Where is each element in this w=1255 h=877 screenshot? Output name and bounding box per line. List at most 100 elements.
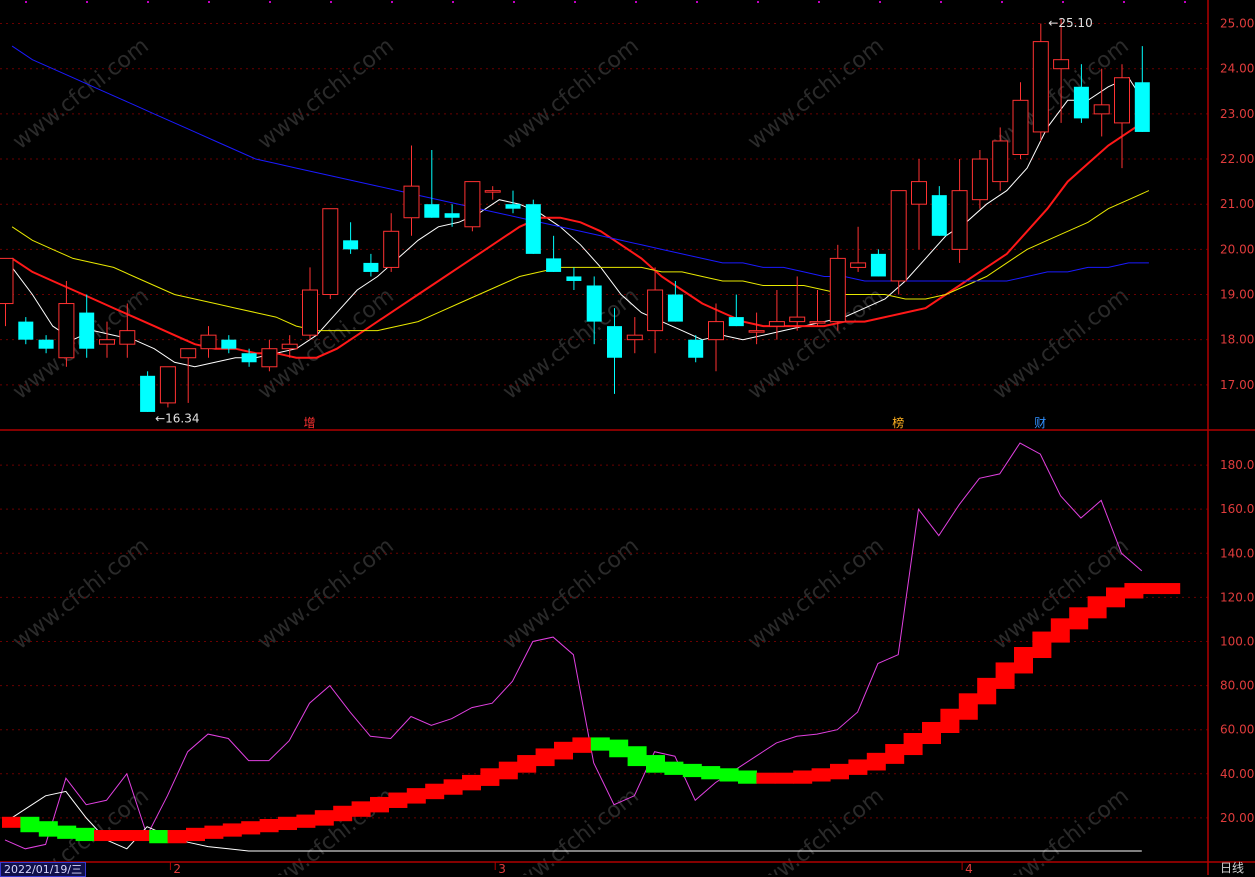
watermark-text: www.cfchi.com bbox=[8, 33, 153, 154]
indicator-step-block bbox=[1087, 596, 1107, 619]
candle-body bbox=[1012, 99, 1029, 156]
indicator-y-tick: 160.00 bbox=[1220, 502, 1255, 516]
indicator-step-block bbox=[75, 827, 95, 842]
indicator-step-block bbox=[701, 766, 721, 780]
indicator-step-block bbox=[535, 748, 555, 767]
candle bbox=[383, 213, 400, 272]
event-marker: 财 bbox=[1034, 416, 1046, 430]
top-tick-dot bbox=[452, 1, 454, 3]
candle-body bbox=[200, 334, 217, 350]
candle bbox=[484, 186, 501, 200]
watermark-text: www.cfchi.com bbox=[498, 533, 643, 654]
candle-body bbox=[38, 339, 54, 349]
indicator-y-tick: 40.00 bbox=[1220, 767, 1254, 781]
top-tick-dot bbox=[269, 1, 271, 3]
indicator-step-block bbox=[351, 801, 371, 817]
watermark-text: www.cfchi.com bbox=[743, 33, 888, 154]
top-tick-dot bbox=[1001, 1, 1003, 3]
event-marker: 榜 bbox=[892, 415, 904, 430]
candle bbox=[911, 159, 927, 250]
indicator-step-block bbox=[406, 788, 426, 804]
indicator-step-block bbox=[425, 783, 445, 800]
candle bbox=[768, 290, 785, 340]
candle-body bbox=[890, 190, 907, 282]
candle-body bbox=[829, 257, 846, 323]
top-tick-dot bbox=[635, 1, 637, 3]
indicator-step-block bbox=[830, 763, 849, 780]
candle-body bbox=[931, 195, 947, 236]
candle bbox=[343, 222, 359, 254]
candle-body bbox=[484, 190, 501, 193]
candle bbox=[0, 257, 14, 327]
watermark-text: www.cfchi.com bbox=[743, 533, 888, 654]
candle-body bbox=[363, 262, 379, 272]
month-tick-label: 3 bbox=[498, 862, 506, 875]
indicator-step-block bbox=[1106, 587, 1125, 608]
candle-body bbox=[688, 339, 704, 358]
candle bbox=[971, 150, 988, 209]
candle bbox=[180, 348, 197, 403]
candle bbox=[931, 186, 947, 236]
top-tick-dot bbox=[1184, 1, 1186, 3]
watermark-text: www.cfchi.com bbox=[253, 283, 398, 404]
indicator-step-block bbox=[130, 830, 150, 842]
price-y-tick: 24.00 bbox=[1220, 62, 1254, 76]
indicator-step-block bbox=[2, 816, 21, 828]
candle-body bbox=[58, 303, 75, 359]
candle bbox=[951, 159, 968, 263]
indicator-step-block bbox=[314, 810, 334, 826]
candle-body bbox=[1073, 86, 1089, 119]
price-y-tick: 23.00 bbox=[1220, 107, 1254, 121]
candle-body bbox=[403, 185, 420, 219]
candle-body bbox=[789, 316, 806, 323]
indicator-step-block bbox=[646, 755, 665, 773]
price-extreme-label: ←16.34 bbox=[155, 412, 199, 426]
candle-body bbox=[343, 240, 359, 250]
indicator-step-block bbox=[940, 708, 960, 733]
candle bbox=[221, 335, 237, 354]
watermark-text: www.cfchi.com bbox=[253, 33, 398, 154]
price-y-tick: 17.00 bbox=[1220, 378, 1254, 392]
indicator-step-block bbox=[259, 819, 279, 833]
candle-body bbox=[607, 326, 622, 358]
candle bbox=[58, 280, 75, 367]
indicator-step-block bbox=[977, 677, 997, 705]
price-y-tick: 19.00 bbox=[1220, 288, 1254, 302]
indicator-step-block bbox=[682, 763, 702, 778]
indicator-step-block bbox=[811, 768, 831, 782]
period-label: 日线 bbox=[1220, 861, 1245, 875]
indicator-step-block bbox=[57, 825, 77, 839]
indicator-step-block bbox=[94, 830, 113, 842]
indicator-y-tick: 120.00 bbox=[1220, 590, 1255, 604]
indicator-step-block bbox=[186, 827, 205, 842]
candle-body bbox=[768, 321, 785, 327]
indicator-step-block bbox=[848, 759, 868, 775]
indicator-step-block bbox=[664, 761, 684, 775]
candle-body bbox=[424, 204, 440, 218]
candle-body bbox=[261, 348, 278, 368]
indicator-step-block bbox=[793, 770, 813, 784]
candle bbox=[302, 267, 318, 340]
candle bbox=[1134, 46, 1150, 132]
indicator-step-block bbox=[1069, 607, 1089, 630]
candle bbox=[708, 303, 724, 372]
top-tick-dot bbox=[696, 1, 698, 3]
indicator-step-block bbox=[719, 768, 739, 782]
indicator-step-block bbox=[20, 816, 40, 833]
candle bbox=[890, 190, 907, 295]
candle bbox=[728, 294, 744, 327]
top-tick-dot bbox=[879, 1, 881, 3]
indicator-y-tick: 100.00 bbox=[1220, 634, 1255, 648]
indicator-step-block bbox=[572, 737, 592, 753]
indicator-step-block bbox=[333, 805, 353, 822]
indicator-y-tick: 140.00 bbox=[1220, 546, 1255, 560]
candle-body bbox=[951, 190, 968, 250]
indicator-step-block bbox=[554, 741, 573, 760]
top-tick-dot bbox=[513, 1, 515, 3]
candle-body bbox=[1032, 41, 1049, 133]
candle-body bbox=[464, 181, 481, 228]
watermark-text: www.cfchi.com bbox=[253, 533, 398, 654]
candle bbox=[464, 181, 481, 232]
indicator-step-block bbox=[609, 739, 629, 758]
price-y-tick: 20.00 bbox=[1220, 242, 1254, 256]
